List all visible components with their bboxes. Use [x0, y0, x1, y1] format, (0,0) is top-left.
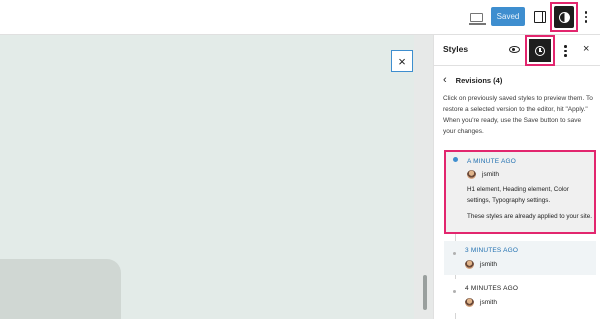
close-icon[interactable]: × — [583, 43, 589, 55]
editor-window: Saved × Styles × ‹ Revisions (4) Click o… — [0, 0, 600, 319]
revision-item[interactable]: 4 MINUTES AGO jsmith — [444, 279, 596, 313]
revision-applied-note: These styles are already applied to your… — [467, 213, 592, 220]
author-name: jsmith — [482, 171, 499, 178]
revision-item[interactable]: 3 MINUTES AGO jsmith — [444, 241, 596, 275]
revisions-description: Click on previously saved styles to prev… — [443, 95, 593, 135]
desktop-view-icon[interactable] — [468, 9, 486, 25]
revision-author: jsmith — [467, 170, 499, 179]
options-kebab-icon[interactable] — [581, 9, 591, 25]
revision-date: 4 MINUTES AGO — [465, 285, 519, 292]
revision-summary: H1 element, Heading element, Color setti… — [467, 186, 569, 204]
avatar — [465, 260, 474, 269]
revision-date: 3 MINUTES AGO — [465, 247, 519, 254]
site-preview: × — [0, 35, 414, 319]
styles-contrast-icon — [558, 11, 570, 23]
revisions-button[interactable] — [529, 39, 551, 62]
top-toolbar: Saved — [0, 0, 600, 35]
save-button[interactable]: Saved — [491, 7, 525, 26]
avatar — [465, 298, 474, 307]
back-chevron-icon[interactable]: ‹ — [443, 74, 447, 86]
styles-toggle-button[interactable] — [554, 6, 574, 28]
revision-author: jsmith — [465, 260, 497, 269]
revisions-nav: ‹ Revisions (4) — [443, 74, 502, 86]
timeline-dot-icon — [453, 290, 456, 293]
revisions-clock-icon — [535, 45, 545, 56]
eye-icon[interactable] — [509, 46, 520, 53]
sidebar-title: Styles — [443, 44, 469, 54]
preview-card-block — [0, 259, 121, 319]
kebab-icon[interactable] — [564, 45, 567, 57]
author-name: jsmith — [480, 299, 497, 306]
sidebar-toggle-icon[interactable] — [532, 9, 548, 25]
canvas-scrollbar[interactable] — [423, 275, 427, 310]
revision-date: A MINUTE AGO — [467, 158, 516, 165]
close-preview-button[interactable]: × — [391, 50, 413, 72]
revision-item-selected[interactable]: A MINUTE AGO jsmith H1 element, Heading … — [444, 150, 596, 234]
author-name: jsmith — [480, 261, 497, 268]
editor-canvas: × — [0, 35, 433, 319]
timeline-dot-icon — [453, 252, 456, 255]
sidebar-header: Styles × — [434, 35, 600, 66]
revisions-title: Revisions (4) — [455, 75, 503, 85]
timeline-dot-icon — [453, 157, 458, 162]
avatar — [467, 170, 476, 179]
styles-sidebar: Styles × ‹ Revisions (4) Click on previo… — [433, 35, 600, 319]
revision-author: jsmith — [465, 298, 497, 307]
